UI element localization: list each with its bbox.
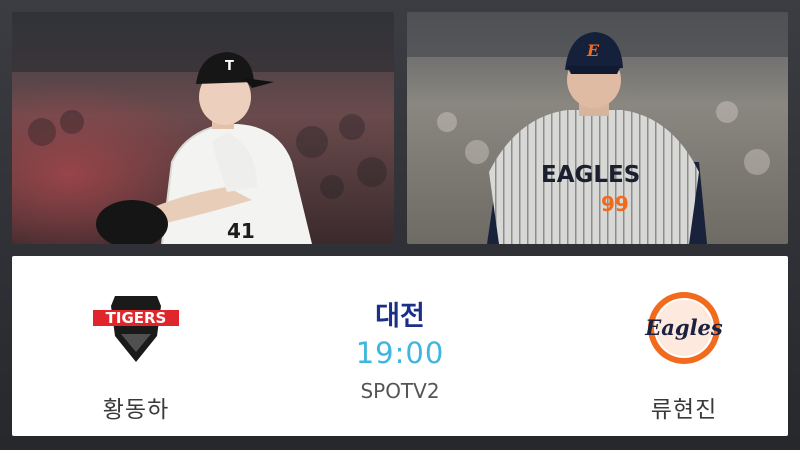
eagles-cap-letter: E xyxy=(586,41,600,60)
match-card[interactable]: TIGERS 황동하 대전 19:00 SPOTV2 Eagles 류현진 xyxy=(12,256,788,436)
venue-label: 대전 xyxy=(375,301,425,332)
eagles-logo: Eagles xyxy=(639,290,729,366)
away-team[interactable]: Eagles 류현진 xyxy=(594,256,774,436)
away-starting-pitcher: 류현진 xyxy=(650,397,718,423)
tigers-pitcher-photo: 41 T xyxy=(12,12,394,244)
game-time: 19:00 xyxy=(355,336,445,370)
home-team[interactable]: TIGERS 황동하 xyxy=(46,256,226,436)
tigers-logo-text: TIGERS xyxy=(106,309,167,327)
match-info: 대전 19:00 SPOTV2 xyxy=(300,256,500,436)
tigers-jersey-number: 41 xyxy=(227,219,255,243)
eagles-logo-text: Eagles xyxy=(644,315,723,340)
tigers-cap-letter: T xyxy=(225,59,234,74)
tigers-logo: TIGERS xyxy=(91,290,181,366)
eagles-jersey-number: 99 xyxy=(601,192,629,216)
eagles-pitcher-photo: E EAGLES 99 xyxy=(407,12,788,244)
home-starting-pitcher: 황동하 xyxy=(102,397,170,423)
broadcast-channel: SPOTV2 xyxy=(360,379,440,403)
eagles-jersey-text: EAGLES xyxy=(541,162,640,188)
